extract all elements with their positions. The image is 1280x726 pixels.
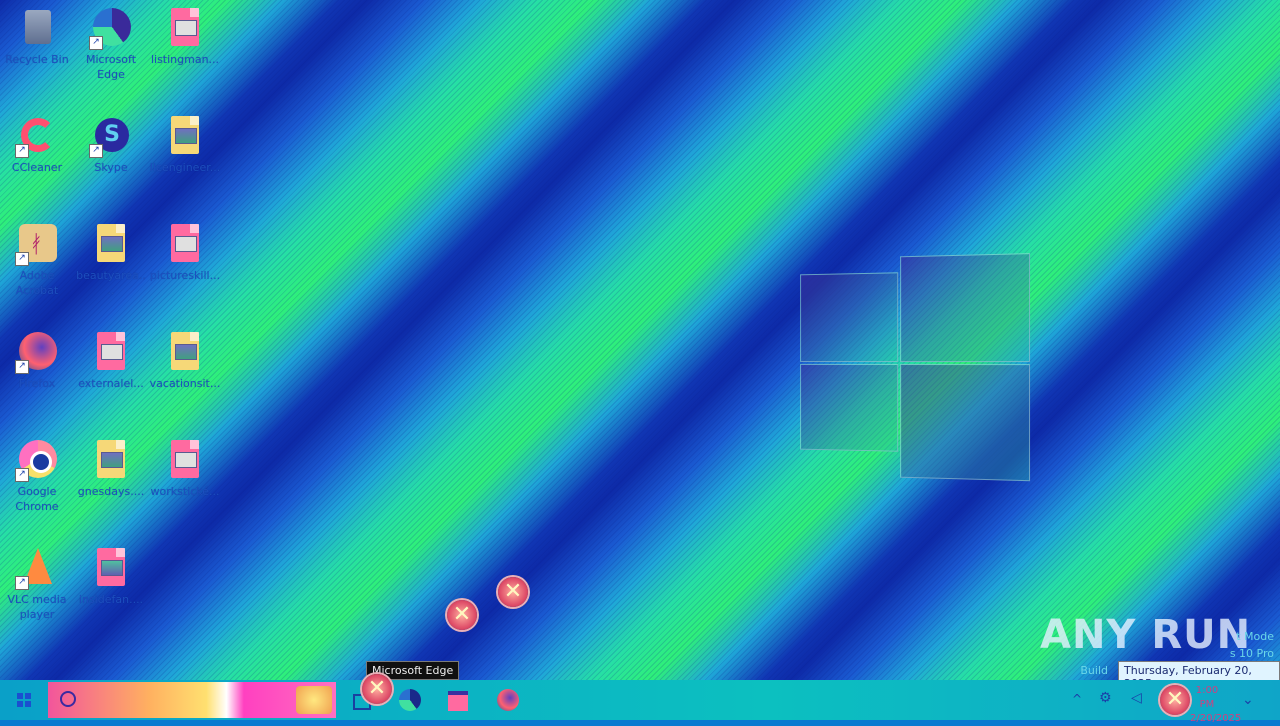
taskbar: ✕ ^ ⚙ ◁ ✕ 1:00 PM 2/20/2025 ⌄ (0, 674, 1280, 724)
windows-start-icon (17, 693, 31, 707)
show-hidden-icons-button[interactable]: ^ (1064, 684, 1092, 716)
windows-logo-wallpaper (800, 239, 1031, 484)
tray-volume-button[interactable]: ◁ (1124, 684, 1152, 716)
taskbar-firefox-button[interactable] (488, 684, 528, 716)
test-mode-text: t Mode (1236, 630, 1274, 643)
desktop-icon-skype[interactable]: S ↗ Skype (75, 114, 147, 175)
ccleaner-icon: ↗ (15, 114, 59, 158)
shortcut-arrow-icon: ↗ (15, 468, 29, 482)
shortcut-arrow-icon: ↗ (15, 144, 29, 158)
word-doc-icon (163, 6, 207, 50)
taskbar-edge-button[interactable] (390, 684, 430, 716)
acrobat-icon: ᚯ ↗ (15, 222, 59, 266)
desktop-icon-vlc[interactable]: ↗ VLC media player (1, 546, 73, 622)
image-file-icon (89, 546, 133, 590)
desktop-icon-listingman[interactable]: listingman... (149, 6, 221, 67)
desktop-icon-adobe-acrobat[interactable]: ᚯ ↗ Adobe Acrobat (1, 222, 73, 298)
desktop-icon-gnesdays[interactable]: gnesdays.... (75, 438, 147, 499)
word-doc-icon (89, 330, 133, 374)
anyrun-watermark: ANY RUN (1040, 612, 1252, 658)
file-explorer-icon (448, 691, 468, 711)
shortcut-arrow-icon: ↗ (89, 144, 103, 158)
desktop: Recycle Bin ↗ CCleaner ᚯ ↗ Adobe Acrobat… (0, 0, 1280, 680)
edge-icon: ↗ (89, 6, 133, 50)
shortcut-arrow-icon: ↗ (15, 360, 29, 374)
error-icon: ✕ (362, 674, 392, 704)
desktop-icon-ccleaner[interactable]: ↗ CCleaner (1, 114, 73, 175)
network-icon: ⚙ (1099, 690, 1112, 706)
shortcut-arrow-icon: ↗ (15, 576, 29, 590)
clock-time: 1:00 PM (1195, 685, 1219, 710)
firefox-icon: ↗ (15, 330, 59, 374)
shortcut-arrow-icon: ↗ (15, 252, 29, 266)
chrome-icon: ↗ (15, 438, 59, 482)
image-file-icon (89, 222, 133, 266)
desktop-icon-vacationsit[interactable]: vacationsit... (149, 330, 221, 391)
firefox-icon (497, 689, 519, 711)
start-button[interactable] (4, 684, 44, 716)
desktop-icon-microsoft-edge[interactable]: ↗ Microsoft Edge (75, 6, 147, 82)
volume-icon: ◁ (1131, 690, 1142, 706)
error-icon: ✕ (498, 577, 528, 607)
error-icon: ✕ (1160, 685, 1190, 715)
error-icon: ✕ (447, 600, 477, 630)
chevron-up-icon: ^ (1072, 692, 1083, 706)
image-file-icon (89, 438, 133, 482)
build-text: Build (1080, 664, 1108, 677)
desktop-icon-workstické[interactable]: workstické... (149, 438, 221, 499)
desktop-icon-beautyarea[interactable]: beautyarea.... (75, 222, 147, 298)
windows-edition-text: s 10 Pro (1229, 647, 1274, 660)
notification-icon: ⌄ (1242, 692, 1254, 708)
taskbar-file-explorer-button[interactable] (438, 684, 478, 716)
notification-center-button[interactable]: ⌄ (1230, 684, 1270, 716)
skype-icon: S ↗ (89, 114, 133, 158)
tray-network-button[interactable]: ⚙ (1092, 684, 1120, 716)
desktop-icon-firefox[interactable]: ↗ Firefox (1, 330, 73, 391)
desktop-icon-llcengineer[interactable]: llcengineer... (149, 114, 221, 175)
search-icon (60, 691, 76, 707)
desktop-icon-externalel[interactable]: externalel... (75, 330, 147, 391)
word-doc-icon (163, 222, 207, 266)
shortcut-arrow-icon: ↗ (89, 36, 103, 50)
desktop-icon-google-chrome[interactable]: ↗ Google Chrome (1, 438, 73, 514)
edge-icon (399, 689, 421, 711)
search-box[interactable] (48, 682, 336, 718)
desktop-icon-insidefan[interactable]: insidefan.... (75, 546, 147, 607)
desktop-icon-recycle-bin[interactable]: Recycle Bin (1, 6, 73, 67)
desktop-icon-pictureskill[interactable]: pictureskill... (149, 222, 221, 283)
clock-date: 2/20/2025 (1190, 713, 1242, 724)
search-highlight-image (296, 686, 332, 714)
vlc-icon: ↗ (15, 546, 59, 590)
recycle-bin-icon (15, 6, 59, 50)
word-doc-icon (163, 438, 207, 482)
image-file-icon (163, 114, 207, 158)
image-file-icon (163, 330, 207, 374)
